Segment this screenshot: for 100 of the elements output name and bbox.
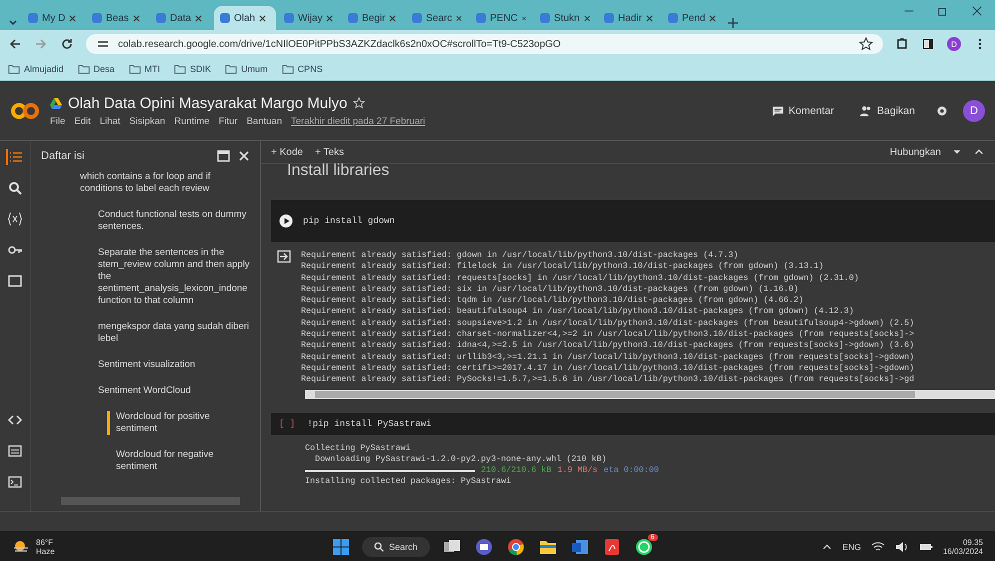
taskbar-search[interactable]: Search: [362, 536, 430, 556]
meeting-app-icon[interactable]: [474, 538, 494, 556]
output-icon[interactable]: [277, 250, 291, 263]
share-button[interactable]: Bagikan: [854, 104, 921, 118]
folder-icon: [8, 63, 20, 75]
menu-item[interactable]: Edit: [74, 116, 91, 126]
close-tab-icon[interactable]: [522, 14, 526, 22]
chrome-icon[interactable]: [506, 538, 526, 556]
language-indicator[interactable]: ENG: [842, 542, 861, 552]
toc-item[interactable]: Wordcloud for negative sentiment: [107, 449, 252, 473]
bookmark-folder[interactable]: Desa: [78, 63, 115, 75]
close-tab-icon[interactable]: [326, 14, 334, 22]
output-line: Requirement already satisfied: gdown in /usr/local/lib/python3.10/dist-packages (4.7.3): [301, 250, 740, 262]
search-icon[interactable]: [7, 180, 23, 196]
browser-tab[interactable]: Stukn: [534, 6, 596, 30]
output-line: Requirement already satisfied: six in /usr/local/lib/python3.10/dist-packages (from gdown) (1.16.0): [301, 284, 800, 296]
back-icon[interactable]: [8, 37, 22, 51]
toc-item[interactable]: Sentiment visualization: [89, 359, 252, 371]
command-palette-icon[interactable]: [7, 443, 23, 459]
toc-item[interactable]: Sentiment WordCloud: [89, 385, 252, 397]
star-icon[interactable]: [859, 37, 873, 51]
reload-icon[interactable]: [60, 37, 74, 51]
menu-item[interactable]: Lihat: [100, 116, 120, 126]
folder-icon[interactable]: [7, 273, 23, 289]
toc-item[interactable]: Separate the sentences in the stem_review column and then apply the sentiment_analysis_lexicon_indone function to that column: [89, 247, 252, 307]
close-tab-icon[interactable]: [69, 14, 76, 22]
variables-icon[interactable]: [7, 211, 23, 227]
last-edited-link[interactable]: Terakhir diedit pada 27 Februari: [291, 116, 426, 126]
colab-logo[interactable]: [10, 100, 40, 120]
bookmark-folder[interactable]: Umum: [225, 63, 268, 75]
browser-tab[interactable]: Pend: [662, 6, 724, 30]
menu-item[interactable]: Runtime: [174, 116, 210, 126]
menu-item[interactable]: File: [50, 116, 66, 126]
menu-item[interactable]: Fitur: [218, 116, 238, 126]
toc-item[interactable]: Wordcloud for positive sentiment: [107, 411, 252, 435]
browser-tab[interactable]: Beas: [86, 6, 148, 30]
weather-icon[interactable]: [12, 540, 30, 554]
whatsapp-icon[interactable]: [634, 538, 654, 556]
download-eta: eta 0:00:00: [604, 465, 659, 476]
profile-avatar[interactable]: D: [947, 37, 961, 51]
output-line: Requirement already satisfied: PySocks!=1.5.7,>=1.5.6 in /usr/local/lib/python3.10/dist-packages (from requests[socks]->gd: [301, 374, 914, 386]
browser-tab[interactable]: Wijay: [278, 6, 340, 30]
toc-item[interactable]: Conduct functional tests on dummy sentences.: [89, 209, 252, 233]
wifi-icon[interactable]: [870, 540, 885, 554]
menu-item[interactable]: Bantuan: [246, 116, 282, 126]
browser-tab[interactable]: Data: [150, 6, 212, 30]
toc-item[interactable]: which contains a for loop and if conditions to label each review: [71, 171, 252, 195]
browser-tab[interactable]: Begir: [342, 6, 404, 30]
drive-icon: [50, 98, 62, 108]
output-line: Requirement already satisfied: urllib3<3,>=1.21.1 in /usr/local/lib/python3.10/dist-packages (from requests[socks]->gdown): [301, 352, 914, 363]
code-cell[interactable]: [ ] !pip install PySastrawi: [271, 412, 995, 435]
close-tab-icon[interactable]: [456, 14, 462, 22]
window-icon[interactable]: [217, 150, 230, 162]
bookmark-folder[interactable]: CPNS: [282, 63, 323, 75]
settings-icon[interactable]: [935, 104, 949, 118]
extensions-icon[interactable]: [895, 37, 909, 51]
bookmark-folder[interactable]: Almujadid: [8, 63, 64, 75]
toc-item[interactable]: mengekspor data yang sudah diberi lebel: [89, 321, 252, 345]
browser-tab[interactable]: PENC: [470, 6, 532, 30]
clock-time[interactable]: 09.35: [962, 538, 983, 546]
output-line: Requirement already satisfied: beautifulsoup4 in /usr/local/lib/python3.10/dist-packages (from gdown) (4.12.3): [301, 306, 855, 318]
run-icon[interactable]: [279, 214, 293, 228]
output-scrollbar[interactable]: [305, 390, 995, 399]
word-icon[interactable]: [570, 538, 590, 556]
add-text-button[interactable]: + Teks: [314, 146, 344, 158]
close-tab-icon[interactable]: [709, 14, 716, 22]
side-panel-icon[interactable]: [921, 37, 935, 51]
table-of-contents-icon[interactable]: [6, 149, 24, 165]
close-tab-icon[interactable]: [389, 14, 396, 22]
close-tab-icon[interactable]: [132, 14, 140, 22]
connect-button[interactable]: Hubungkan: [890, 146, 941, 158]
address-bar[interactable]: colab.research.google.com/drive/1cNIlOE0PitPPbS3AZKZdaclk6s2n0xOC#scrollTo=Tt9-C523opGO: [86, 34, 883, 54]
new-tab-icon[interactable]: [726, 16, 740, 30]
browser-tab[interactable]: Searc: [406, 6, 468, 30]
notebook-title[interactable]: Olah Data Opini Masyarakat Margo Mulyo: [68, 94, 348, 112]
code-cell[interactable]: pip install gdown: [271, 200, 995, 242]
browser-tab[interactable]: Olah: [214, 6, 276, 30]
output-line: Installing collected packages: PySastrawi: [305, 476, 512, 488]
browser-tab[interactable]: Hadir: [598, 6, 660, 30]
close-tab-icon[interactable]: [259, 14, 266, 22]
speaker-icon[interactable]: [894, 540, 909, 554]
comment-button[interactable]: Komentar: [766, 104, 840, 118]
user-avatar[interactable]: D: [963, 100, 985, 122]
close-tab-icon[interactable]: [195, 14, 202, 22]
run-status-brackets[interactable]: [ ]: [279, 418, 296, 429]
restore-icon[interactable]: [937, 5, 949, 17]
close-tab-icon[interactable]: [646, 14, 653, 22]
people-icon: [860, 104, 872, 116]
menu-item[interactable]: Sisipkan: [129, 116, 166, 126]
bookmark-folder[interactable]: MTI: [128, 63, 160, 75]
browser-tab[interactable]: My D: [22, 6, 84, 30]
windows-start-icon[interactable]: [332, 538, 350, 556]
terminal-icon[interactable]: [7, 474, 23, 490]
output-line: Requirement already satisfied: filelock in /usr/local/lib/python3.10/dist-packages (from gdown) (3.13.1): [301, 261, 825, 273]
bookmark-folder[interactable]: SDIK: [174, 63, 212, 75]
add-code-button[interactable]: + Kode: [271, 146, 303, 158]
clock-date[interactable]: 16/03/2024: [942, 546, 983, 556]
close-tab-icon[interactable]: [584, 14, 590, 22]
close-icon[interactable]: [971, 5, 983, 17]
horizontal-scrollbar[interactable]: [61, 497, 240, 505]
